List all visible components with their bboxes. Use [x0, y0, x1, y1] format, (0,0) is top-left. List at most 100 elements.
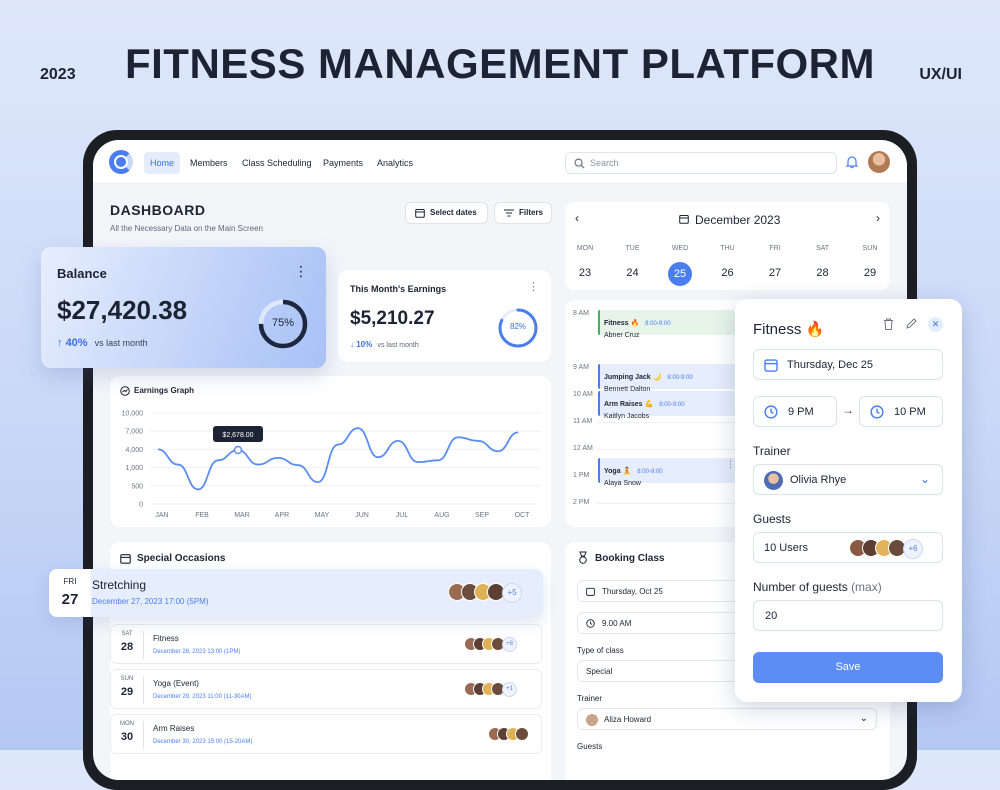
clock-icon [586, 619, 595, 628]
balance-change-note: vs last month [95, 338, 148, 348]
popup-num-label: Number of guests (max) [753, 580, 882, 594]
popup-start-value: 9 PM [788, 406, 814, 418]
trainer-select[interactable]: Aliza Howard ⌄ [577, 708, 877, 730]
earnings-amount: $5,210.27 [350, 308, 435, 330]
x-tick-label: JUL [396, 512, 409, 519]
event-menu-icon[interactable]: ⋮ [726, 459, 735, 470]
trainer-avatar [764, 471, 783, 490]
schedule-event[interactable]: Fitness 🔥8:00-9:00Abner Cruz [598, 310, 735, 335]
event-popup: Fitness 🔥 ✕ Thursday, Dec 25 9 PM → 10 P… [735, 299, 962, 702]
num-label-text: Number of guests [753, 580, 848, 594]
user-avatar[interactable] [868, 151, 890, 173]
chevron-down-icon: ⌄ [860, 713, 868, 724]
occasion-name: Fitness [153, 634, 179, 643]
booking-title: Booking Class [595, 553, 664, 564]
schedule-time: 8 AM [573, 310, 589, 317]
schedule-time: 9 AM [573, 364, 589, 371]
earnings-menu-icon[interactable]: ⋮ [528, 280, 539, 293]
calendar-day[interactable]: 24 [621, 267, 645, 279]
calendar-weekday: TUE [621, 245, 645, 252]
trash-icon[interactable] [883, 318, 894, 330]
event-time: 8:00-9:00 [659, 402, 684, 408]
occasion-date: December 29, 2023 11:00 (11-30AM) [153, 694, 252, 700]
popup-trainer-value: Olivia Rhye [790, 474, 846, 486]
nav-analytics[interactable]: Analytics [371, 152, 419, 174]
earnings-card: This Month's Earnings ⋮ $5,210.27 ↓ 10% … [338, 270, 551, 362]
tooltip-point[interactable] [235, 447, 242, 454]
calendar-weekday: SAT [811, 245, 835, 252]
event-time: 8:00-9:00 [667, 375, 692, 381]
y-tick-label: 1,000 [125, 465, 143, 472]
occasion-item[interactable]: SAT28FitnessDecember 28, 2023 13:00 (1PM… [110, 624, 542, 664]
medal-icon [578, 551, 588, 564]
balance-progress-label: 75% [257, 317, 309, 329]
calendar-day[interactable]: 27 [763, 267, 787, 279]
save-button[interactable]: Save [753, 652, 943, 683]
calendar-day[interactable]: 23 [573, 267, 597, 279]
nav-members[interactable]: Members [184, 152, 234, 174]
x-tick-label: FEB [195, 512, 209, 519]
calendar-icon [415, 208, 425, 218]
schedule-time: 1 PM [573, 472, 589, 479]
popup-guests-label: Guests [753, 512, 791, 526]
num-label-hint: (max) [851, 580, 882, 594]
select-dates-button[interactable]: Select dates [405, 202, 488, 224]
popup-guests-field[interactable]: 10 Users +6 [753, 532, 943, 563]
bell-icon[interactable] [846, 155, 858, 169]
popup-num-input[interactable]: 20 [753, 600, 943, 631]
occasion-weekday: SUN [111, 676, 143, 682]
nav-home[interactable]: Home [144, 152, 180, 174]
tooltip-label: $2,678.00 [222, 432, 253, 439]
nav-class-scheduling[interactable]: Class Scheduling [236, 152, 318, 174]
x-tick-label: MAY [315, 512, 330, 519]
earnings-change: ↓ 10% vs last month [350, 340, 419, 349]
occasion-divider [143, 721, 144, 749]
calendar-day[interactable]: 25 [668, 262, 692, 286]
search-input[interactable]: Search [565, 152, 837, 174]
earnings-chart: 10,0007,0004,0001,0005000JANFEBMARAPRMAY… [110, 376, 551, 527]
balance-menu-icon[interactable]: ⋮ [294, 263, 308, 280]
calendar-icon [586, 587, 595, 596]
schedule-event[interactable]: Arm Raises 💪8:00-9:00Kaitlyn Jacobs [598, 391, 735, 416]
schedule-event[interactable]: Yoga 🧘8:00-9:00Alaya Snow [598, 458, 735, 483]
calendar-title-icon [679, 214, 689, 224]
search-placeholder: Search [590, 158, 619, 168]
featured-occasion[interactable]: FRI 27 Stretching December 27, 2023 17:0… [49, 569, 543, 617]
occasion-name: Arm Raises [153, 724, 194, 733]
occasion-item[interactable]: SUN29Yoga (Event)December 29, 2023 11:00… [110, 669, 542, 709]
filters-button[interactable]: Filters [494, 202, 552, 224]
occasion-divider [143, 676, 144, 704]
calendar-day[interactable]: 26 [716, 267, 740, 279]
occasion-day: 28 [111, 641, 143, 653]
occasions-title: Special Occasions [137, 553, 225, 564]
calendar-prev-icon[interactable]: ‹ [575, 211, 579, 225]
arrow-up-icon: ↑ [57, 337, 63, 349]
schedule-time: 12 AM [573, 445, 593, 452]
earnings-series-line [158, 428, 518, 489]
popup-trainer-select[interactable]: Olivia Rhye ⌄ [753, 464, 943, 495]
calendar-weekday: WED [668, 245, 692, 252]
popup-end-field[interactable]: 10 PM [859, 396, 943, 427]
event-time: 8:00-9:00 [637, 469, 662, 475]
calendar-weekday: THU [716, 245, 740, 252]
calendar-weekday: SUN [858, 245, 882, 252]
popup-title: Fitness 🔥 [753, 320, 824, 338]
occasion-item[interactable]: MON30Arm RaisesDecember 30, 2023 15:00 (… [110, 714, 542, 754]
top-nav: Home Members Class Scheduling Payments A… [93, 140, 907, 184]
close-icon[interactable]: ✕ [928, 317, 943, 332]
trainer-avatar [586, 714, 598, 726]
select-dates-label: Select dates [430, 208, 477, 217]
arrow-right-icon: → [842, 403, 854, 417]
nav-payments[interactable]: Payments [317, 152, 369, 174]
earnings-progress-label: 82% [497, 322, 539, 331]
calendar-icon [120, 553, 131, 564]
schedule-event[interactable]: Jumping Jack 🌙8:00-9:00Bennett Dalton [598, 364, 735, 389]
calendar-day[interactable]: 28 [811, 267, 835, 279]
calendar-next-icon[interactable]: › [876, 211, 880, 225]
occasion-day: 30 [111, 731, 143, 743]
pencil-icon[interactable] [905, 318, 917, 330]
calendar-day[interactable]: 29 [858, 267, 882, 279]
featured-day: 27 [49, 591, 91, 608]
popup-date-field[interactable]: Thursday, Dec 25 [753, 349, 943, 380]
popup-start-field[interactable]: 9 PM [753, 396, 837, 427]
